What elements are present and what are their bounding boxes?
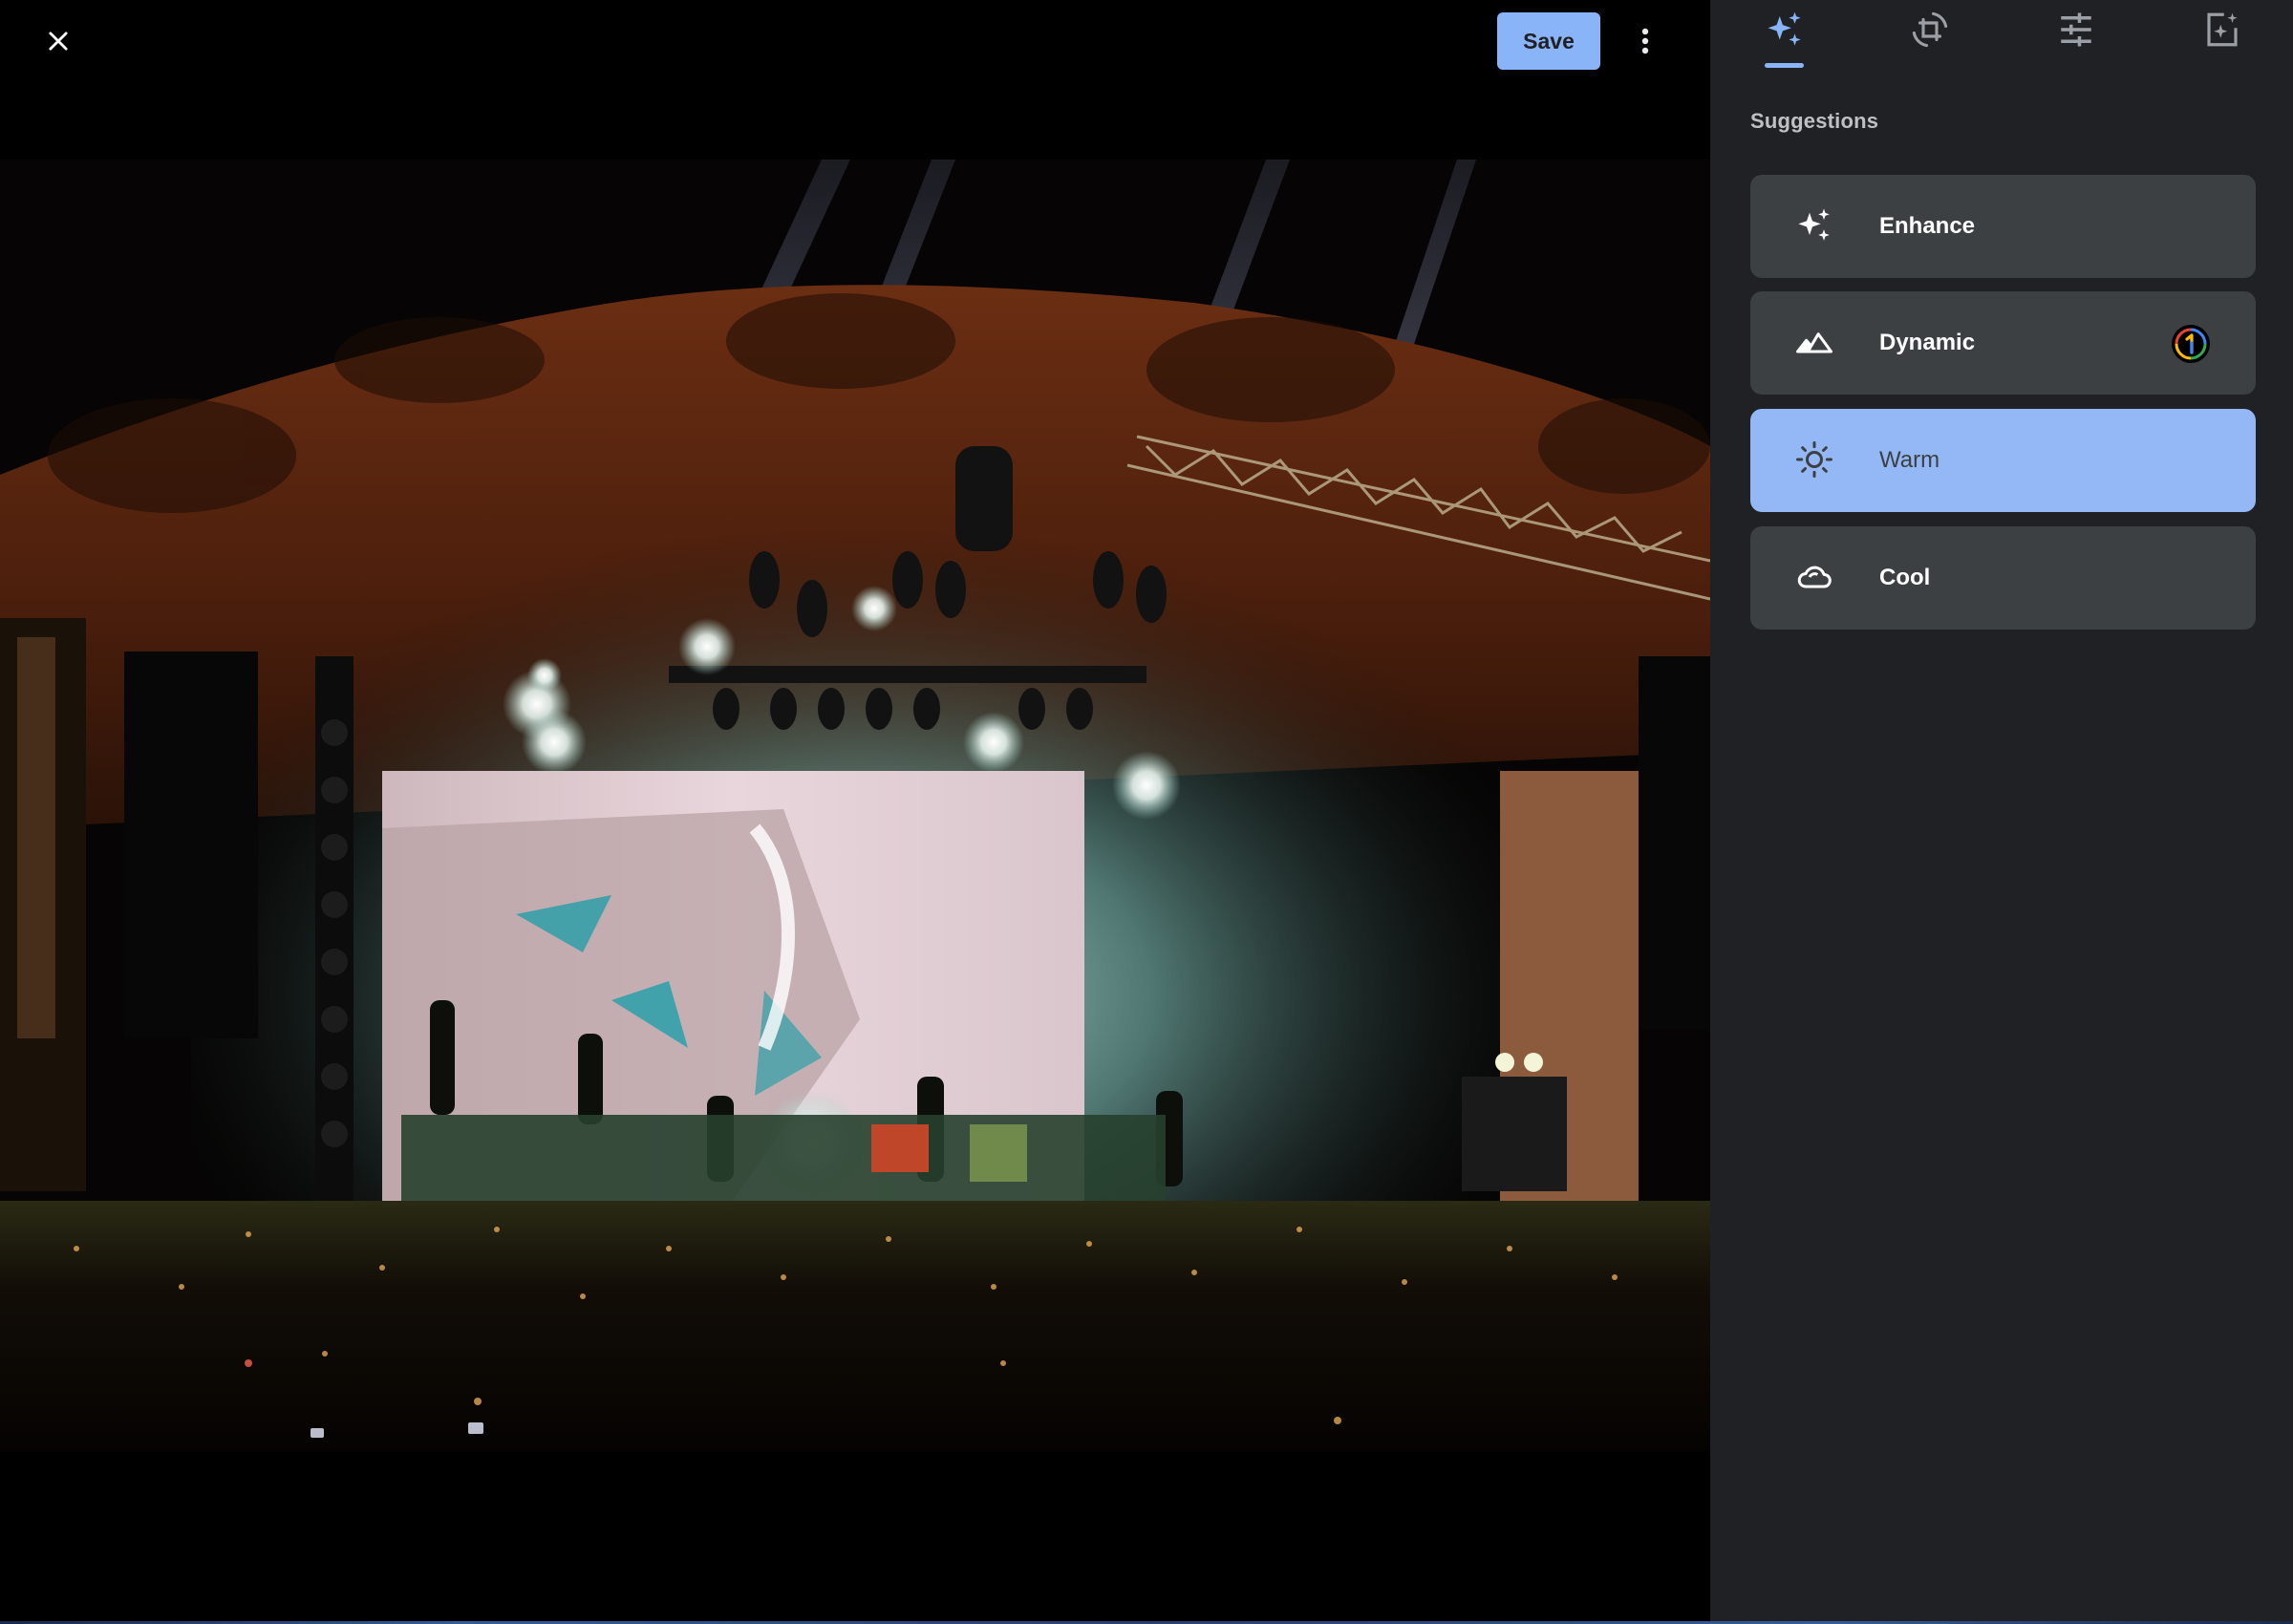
tune-icon	[2061, 12, 2091, 47]
edited-photo	[0, 160, 1710, 1452]
close-button[interactable]	[35, 18, 81, 64]
suggestion-label: Warm	[1879, 447, 1940, 473]
left-speaker	[124, 652, 258, 1038]
section-title: Suggestions	[1750, 109, 1879, 133]
tab-suggestions[interactable]	[1747, 0, 1823, 69]
close-icon	[49, 32, 68, 51]
tab-filters[interactable]	[2184, 0, 2261, 69]
edit-panel: Suggestions Enhance Dynamic Warm Cool	[1710, 0, 2293, 1621]
crop-rotate-icon	[1912, 11, 1948, 48]
suggestion-dynamic[interactable]: Dynamic	[1750, 291, 2256, 395]
right-speaker	[1639, 656, 1710, 1029]
edit-tabs	[1710, 0, 2293, 71]
filters-icon	[2207, 12, 2238, 47]
active-tab-indicator	[1765, 63, 1804, 68]
more-vert-icon	[1641, 28, 1649, 54]
landscape-icon	[1796, 332, 1832, 353]
suggestion-label: Enhance	[1879, 213, 1976, 239]
google-one-icon	[2172, 325, 2210, 363]
tab-crop-rotate[interactable]	[1892, 0, 1968, 69]
crowd	[0, 1201, 1710, 1452]
more-options-button[interactable]	[1622, 18, 1668, 64]
suggestion-label: Cool	[1879, 565, 1931, 590]
tab-adjust[interactable]	[2038, 0, 2114, 69]
cloud-icon	[1797, 566, 1832, 588]
photo-viewer: Save	[0, 0, 1710, 1624]
auto-awesome-icon	[1768, 11, 1801, 46]
save-button[interactable]: Save	[1497, 12, 1600, 70]
suggestion-label: Dynamic	[1879, 330, 1976, 355]
sun-icon	[1796, 441, 1832, 478]
suggestion-warm[interactable]: Warm	[1750, 409, 2256, 512]
auto-awesome-icon	[1798, 208, 1830, 241]
suggestion-cool[interactable]: Cool	[1750, 526, 2256, 630]
suggestion-enhance[interactable]: Enhance	[1750, 175, 2256, 278]
